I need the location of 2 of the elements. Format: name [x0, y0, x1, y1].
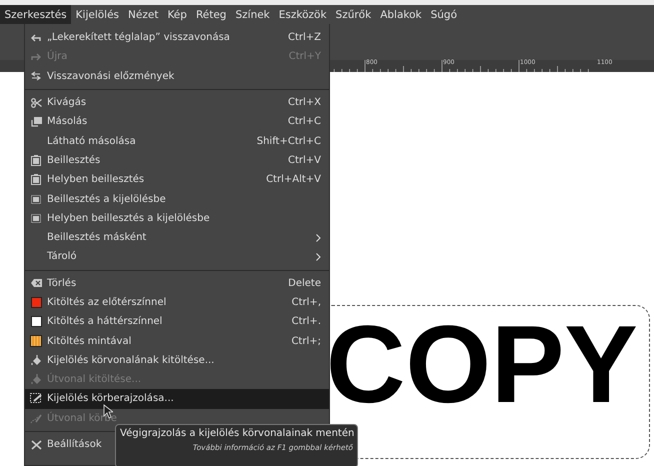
canvas-text: COPY: [326, 310, 638, 420]
tooltip-text: Végigrajzolás a kijelölés körvonalainak mentén: [120, 428, 353, 439]
